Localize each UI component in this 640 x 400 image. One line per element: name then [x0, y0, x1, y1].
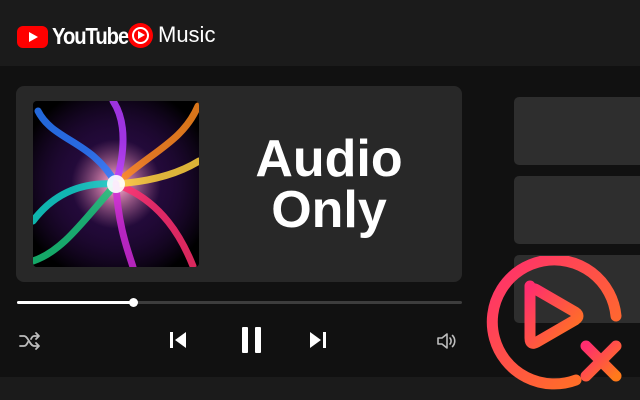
youtube-music-icon [128, 22, 153, 48]
queue-item[interactable] [514, 97, 640, 165]
progress-fill [17, 301, 133, 304]
progress-handle[interactable] [128, 298, 138, 307]
top-bar: YouTube Music [0, 0, 640, 66]
volume-icon[interactable] [436, 331, 458, 356]
skip-next-icon[interactable] [309, 331, 327, 354]
skip-previous-icon[interactable] [169, 331, 187, 354]
now-playing-card: Audio Only [16, 86, 462, 282]
track-title-line-1: Audio [255, 130, 403, 188]
queue-item[interactable] [514, 176, 640, 244]
track-title-line-2: Only [271, 181, 387, 239]
youtube-music-logo[interactable]: Music [128, 22, 215, 48]
youtube-logo-text: YouTube [52, 23, 129, 49]
shuffle-icon[interactable] [19, 331, 41, 356]
youtube-play-icon [17, 25, 48, 48]
no-video-play-icon [480, 254, 640, 400]
youtube-logo[interactable]: YouTube [17, 23, 139, 50]
album-art [33, 101, 199, 267]
progress-bar[interactable] [17, 298, 462, 307]
pause-icon[interactable] [241, 326, 263, 359]
track-title: Audio Only [213, 130, 445, 239]
music-logo-text: Music [158, 22, 216, 47]
